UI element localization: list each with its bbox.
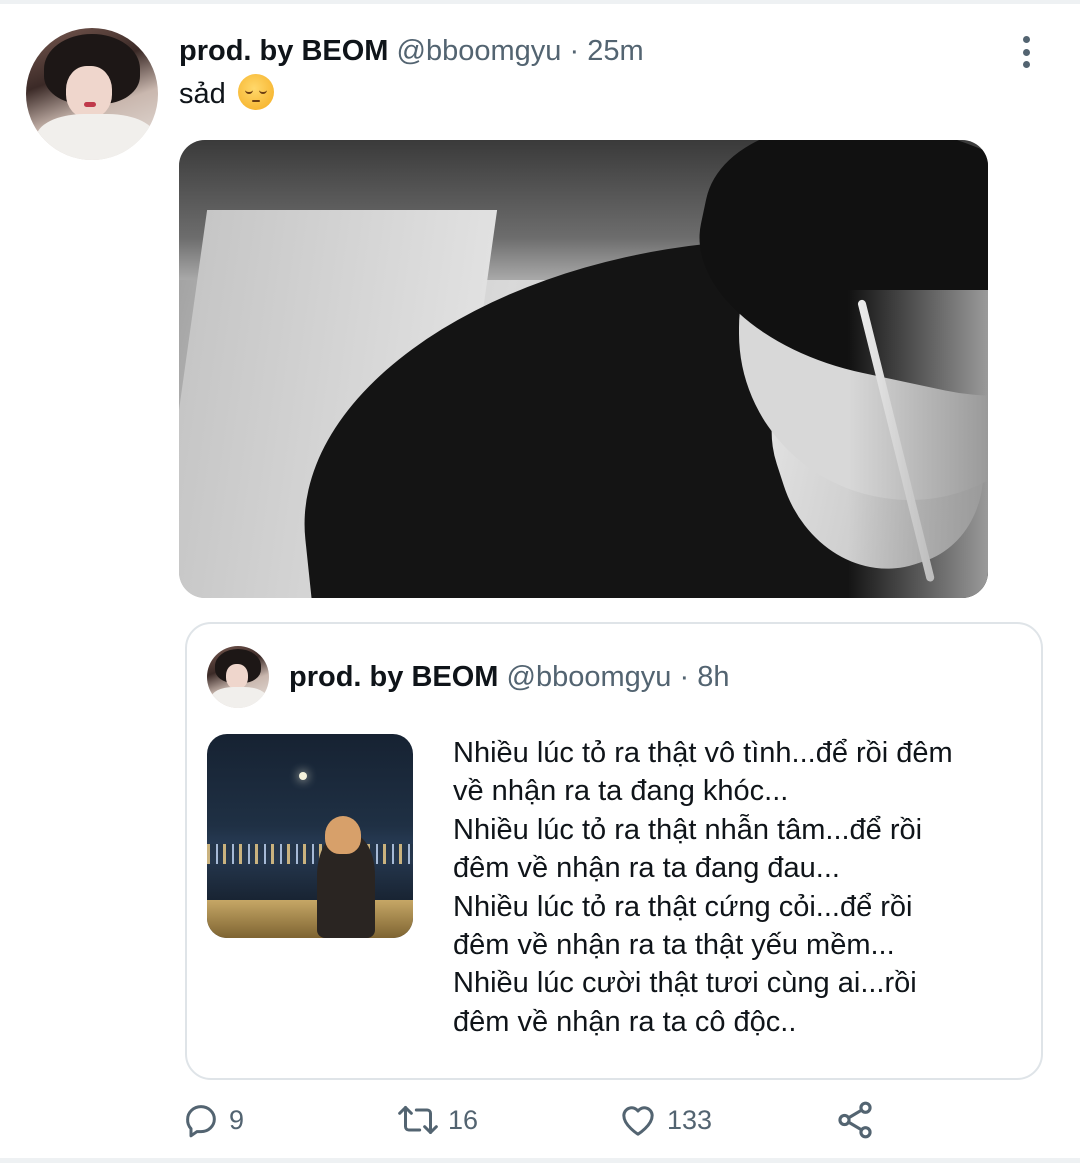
separator-dot: ·	[679, 661, 690, 693]
tweet-actions-bar: 9 16 133	[0, 1096, 1080, 1144]
author-handle[interactable]: @bboomgyu	[397, 35, 562, 67]
retweet-button[interactable]: 16	[396, 1096, 478, 1144]
quoted-text-line: Nhiều lúc tỏ ra thật nhẫn tâm...để rồi	[453, 813, 923, 846]
tweet[interactable]: prod. by BEOM @bboomgyu · 25m sảd prod. …	[0, 4, 1080, 1163]
quoted-tweet-timestamp: 8h	[697, 661, 730, 693]
more-options-button[interactable]	[1010, 34, 1042, 70]
quoted-tweet-thumbnail	[207, 734, 413, 938]
quoted-author-handle: @bboomgyu	[506, 661, 672, 693]
quoted-text-line: về nhận ra ta đang khóc...	[453, 775, 789, 808]
quoted-tweet-text: Nhiều lúc tỏ ra thật vô tình...để rồi đê…	[453, 734, 1023, 1041]
pensive-face-emoji	[237, 74, 274, 110]
quoted-tweet-header: prod. by BEOM @bboomgyu · 8h	[289, 658, 729, 696]
author-avatar[interactable]	[26, 28, 158, 160]
retweet-count: 16	[448, 1104, 479, 1135]
tweet-photo[interactable]	[179, 140, 988, 598]
like-count: 133	[667, 1104, 713, 1135]
tweet-header: prod. by BEOM @bboomgyu · 25m	[179, 32, 644, 70]
quoted-text-line: Nhiều lúc tỏ ra thật cứng cỏi...để rồi	[453, 890, 913, 923]
bottom-divider	[0, 1158, 1080, 1163]
quoted-text-line: đêm về nhận ra ta đang đau...	[453, 852, 840, 885]
quoted-author-avatar	[207, 646, 269, 708]
avatar-hoodie	[36, 114, 156, 160]
quoted-text-line: đêm về nhận ra ta thật yếu mềm...	[453, 929, 895, 962]
avatar-lips	[84, 102, 96, 107]
retweet-icon	[398, 1106, 438, 1134]
tweet-text-content: sảd	[179, 78, 226, 110]
avatar-face	[66, 66, 112, 118]
tweet-timestamp[interactable]: 25m	[587, 35, 643, 67]
heart-icon	[622, 1106, 654, 1136]
author-display-name[interactable]: prod. by BEOM	[179, 35, 388, 67]
reply-icon	[186, 1105, 216, 1138]
reply-count: 9	[229, 1104, 245, 1135]
share-button[interactable]	[834, 1096, 876, 1144]
quoted-text-line: Nhiều lúc tỏ ra thật vô tình...để rồi đê…	[453, 737, 953, 769]
share-icon	[838, 1101, 872, 1139]
quoted-text-line: Nhiều lúc cười thật tươi cùng ai...rồi	[453, 967, 917, 1000]
more-vertical-icon	[1022, 36, 1030, 43]
quoted-text-line: đêm về nhận ra ta cô độc..	[453, 1005, 797, 1038]
reply-button[interactable]: 9	[181, 1096, 244, 1144]
separator-dot: ·	[569, 35, 580, 67]
quoted-author-display-name: prod. by BEOM	[289, 661, 499, 693]
tweet-text: sảd	[179, 74, 274, 114]
like-button[interactable]: 133	[617, 1096, 712, 1144]
quoted-tweet-card[interactable]: prod. by BEOM @bboomgyu · 8h Nhiều lúc t…	[185, 622, 1043, 1080]
